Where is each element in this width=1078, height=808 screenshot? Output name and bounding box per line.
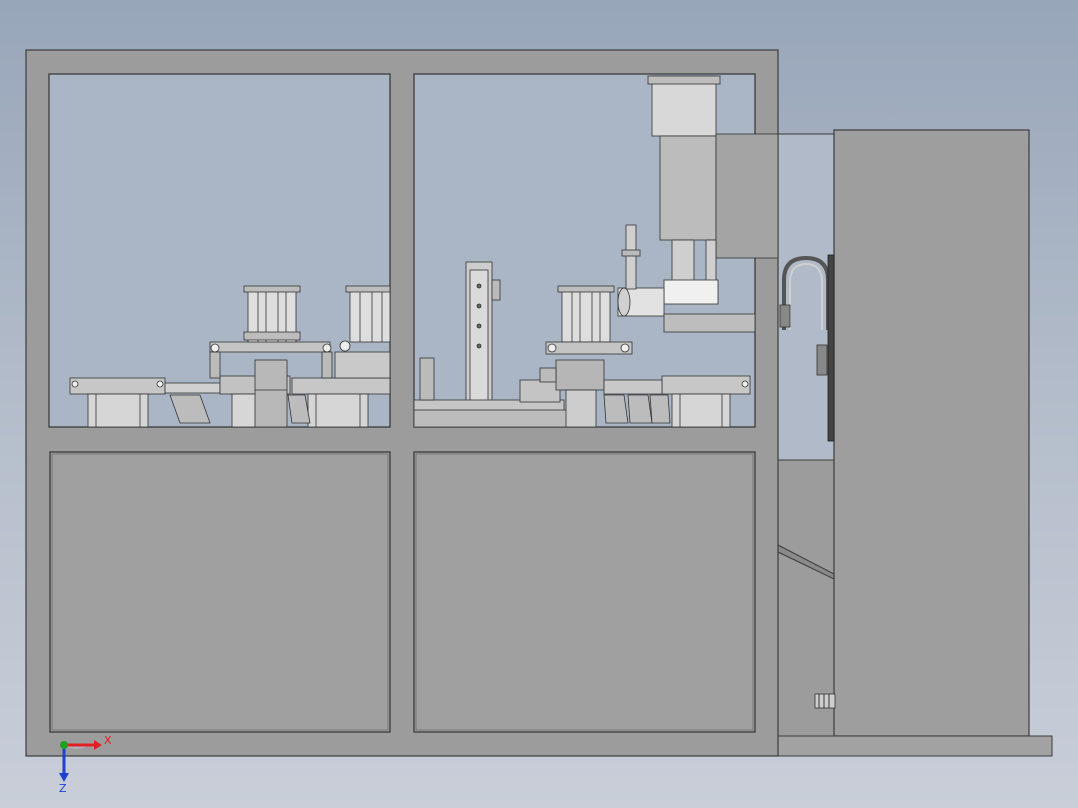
side-cabinet <box>777 129 1053 757</box>
right-lower-panel <box>413 451 756 733</box>
origin-marker <box>60 741 68 749</box>
cad-viewport[interactable]: X Z <box>0 0 1078 808</box>
left-lower-panel <box>49 451 391 733</box>
x-axis-label: X <box>104 734 112 747</box>
z-axis-label: Z <box>59 782 67 795</box>
